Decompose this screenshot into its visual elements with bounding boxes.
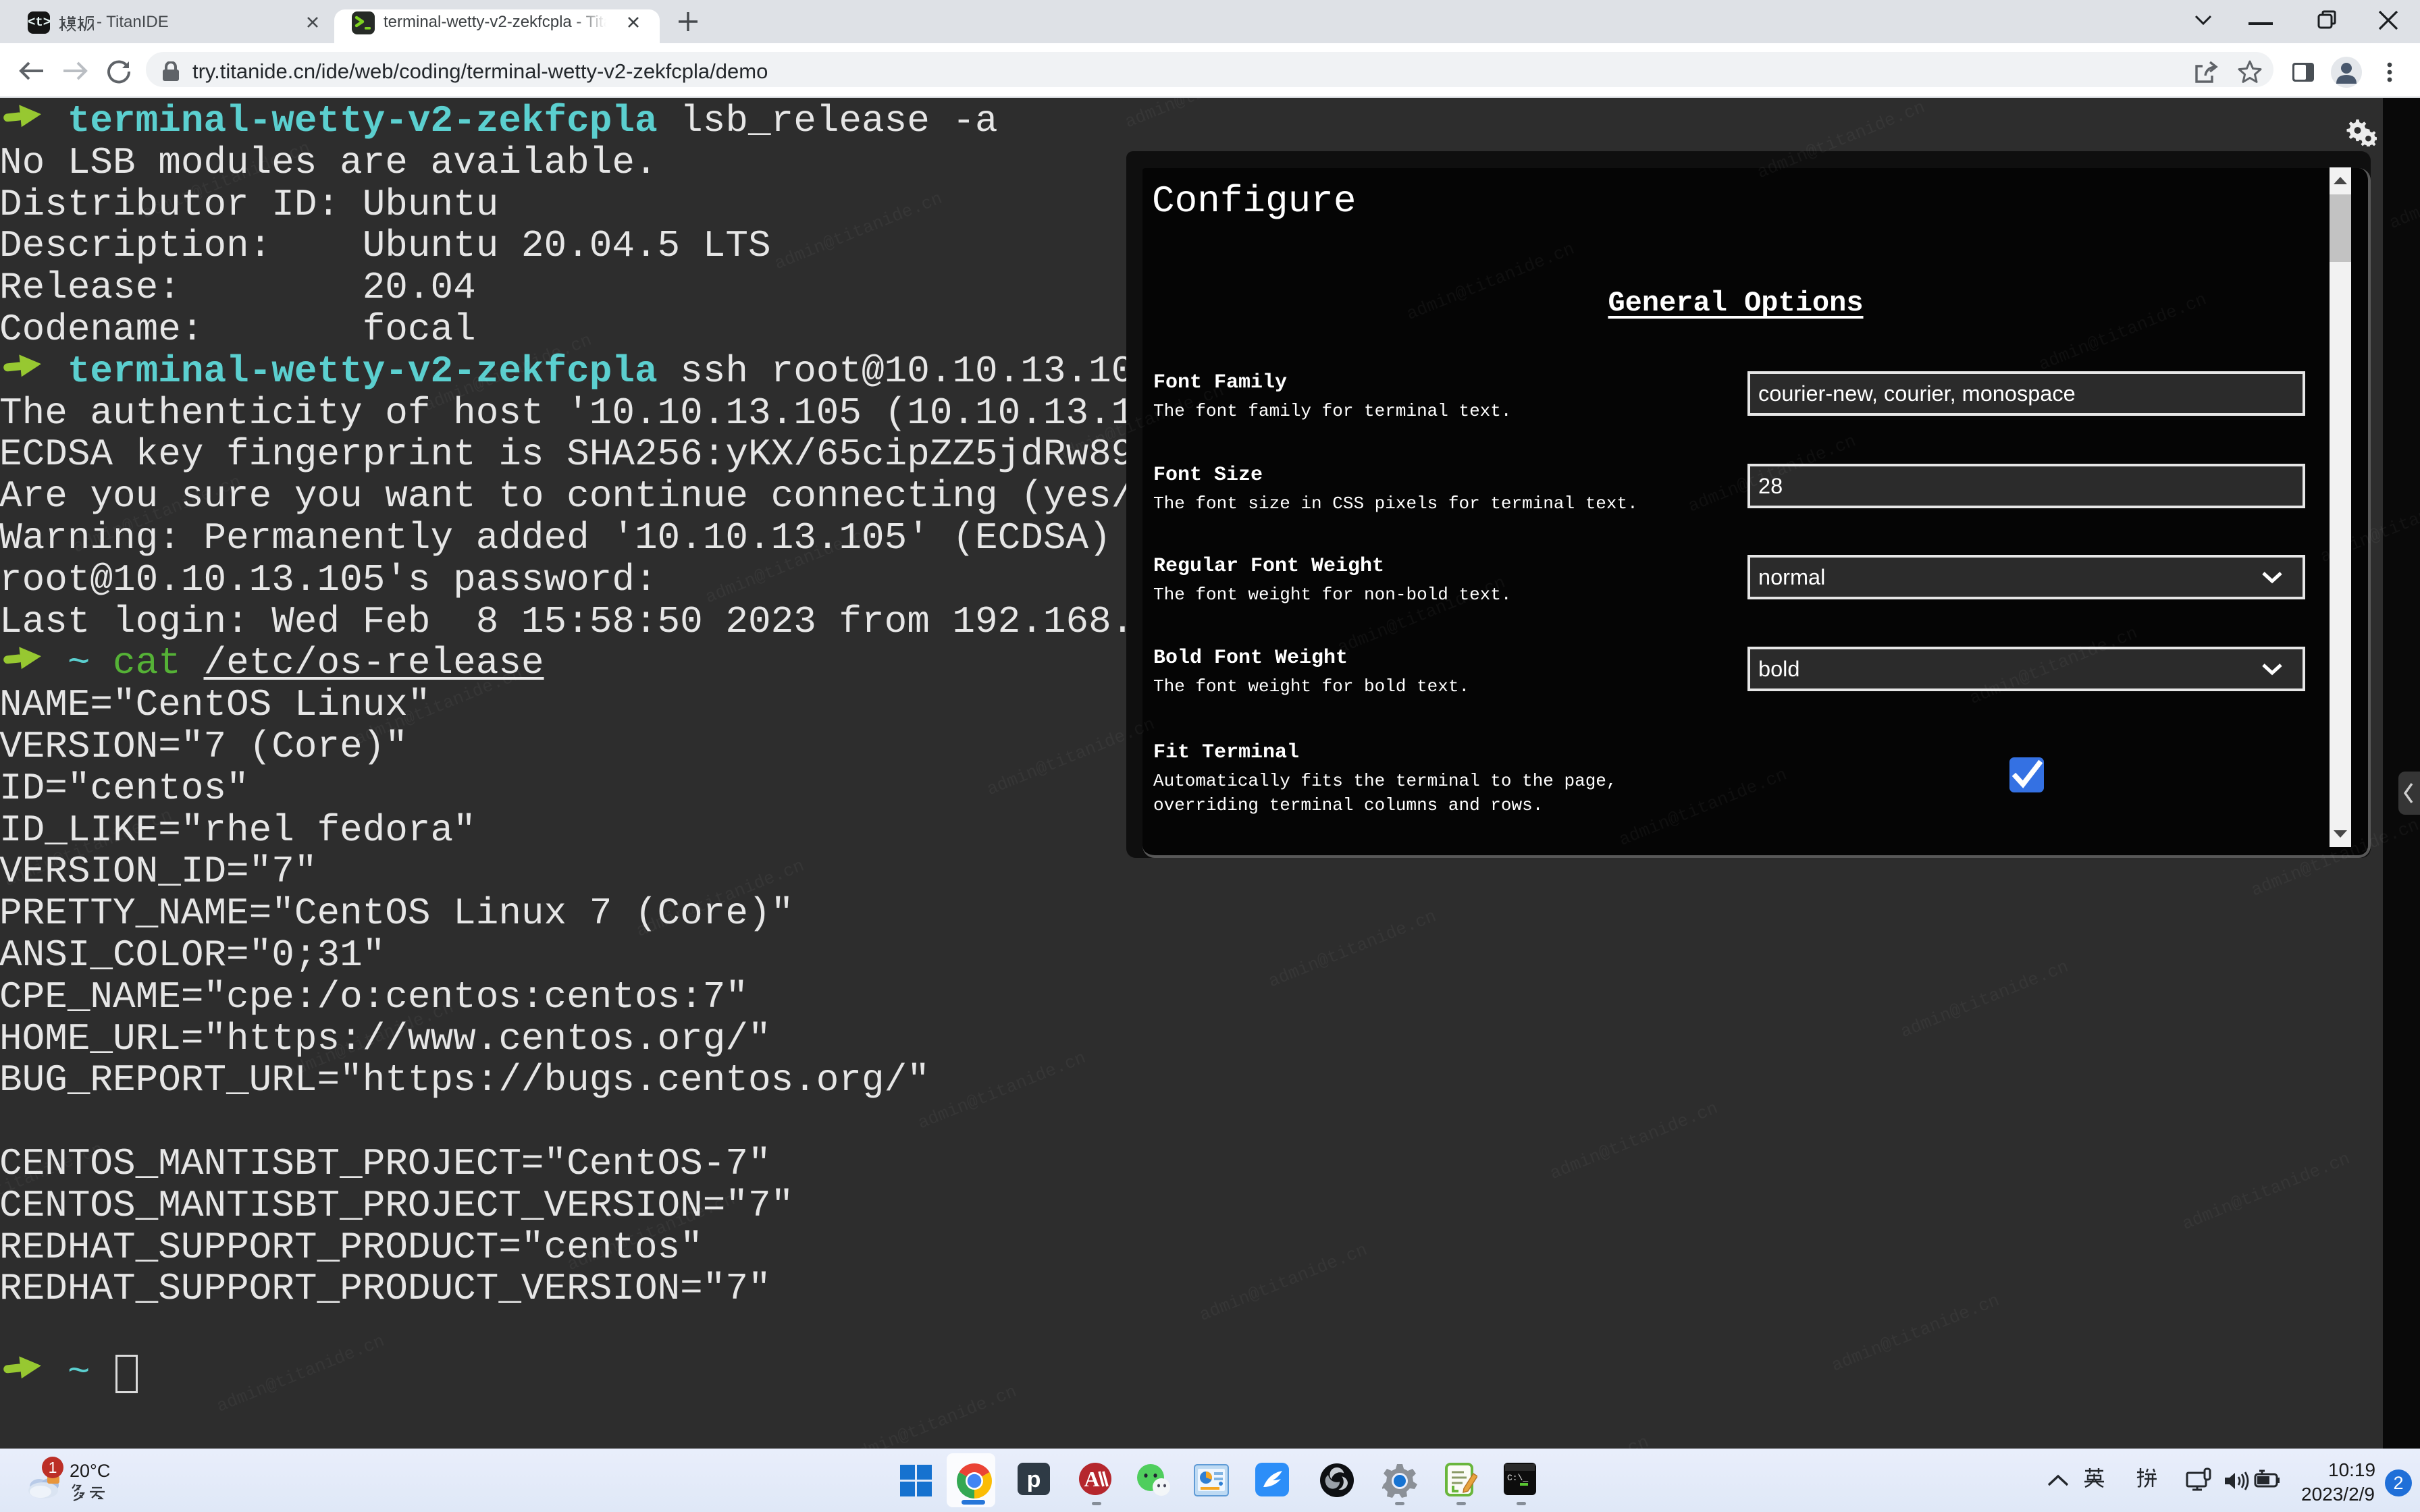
svg-text:p: p bbox=[1027, 1467, 1041, 1492]
svg-text:C:\_: C:\_ bbox=[1507, 1473, 1528, 1483]
svg-text:A: A bbox=[1084, 1467, 1099, 1491]
